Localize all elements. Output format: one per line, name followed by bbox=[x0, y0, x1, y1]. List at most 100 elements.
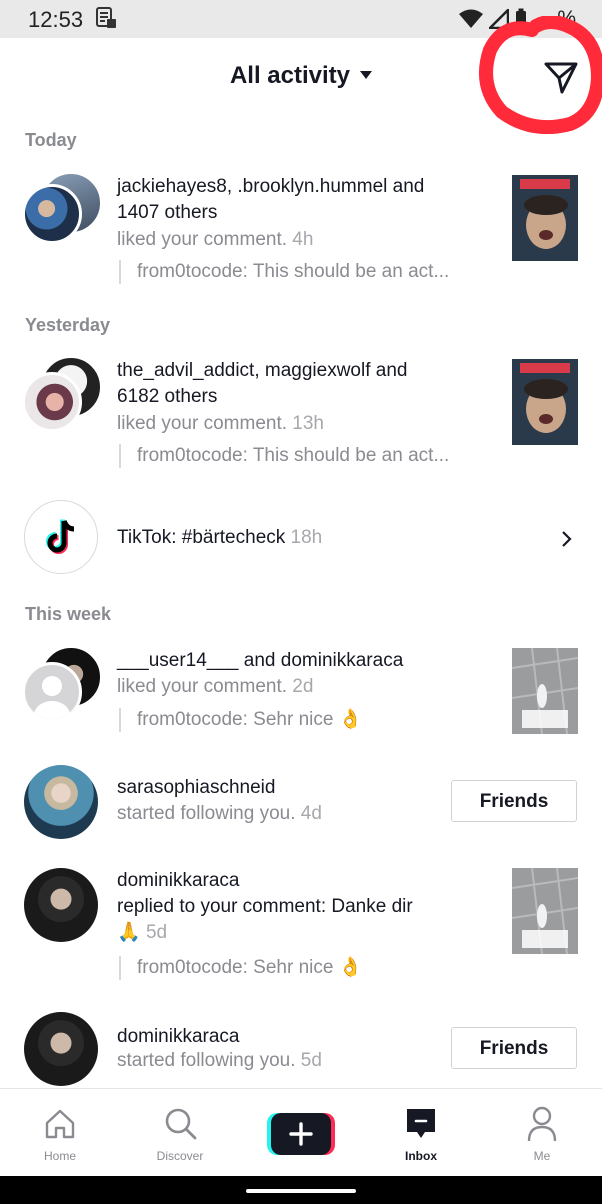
default-avatar-icon bbox=[34, 676, 70, 719]
section-this-week: This week bbox=[25, 604, 112, 624]
avatar[interactable] bbox=[24, 868, 98, 942]
separator: , bbox=[226, 176, 238, 197]
avatar[interactable] bbox=[24, 765, 98, 839]
activity-text: liked your comment. 13h bbox=[117, 413, 324, 435]
home-icon bbox=[45, 1109, 75, 1139]
tiktok-logo-icon bbox=[46, 519, 75, 554]
video-thumbnail[interactable] bbox=[512, 868, 578, 954]
conjunction: and bbox=[387, 176, 425, 197]
action-text: liked your comment. bbox=[117, 229, 288, 250]
timestamp: 4d bbox=[300, 803, 322, 824]
activity-filter-dropdown[interactable]: All activity bbox=[0, 62, 602, 90]
tab-home[interactable]: Home bbox=[10, 1089, 110, 1177]
username-link[interactable]: dominikkaraca bbox=[281, 650, 404, 671]
status-bar: 12:53 % bbox=[0, 0, 602, 38]
comment-quote: from0tocode: This should be an act... bbox=[119, 260, 509, 284]
avatar[interactable] bbox=[22, 662, 82, 722]
notification-title: TikTok: bbox=[117, 527, 177, 548]
create-video-button[interactable] bbox=[251, 1089, 351, 1177]
section-today: Today bbox=[25, 130, 77, 150]
tab-label: Discover bbox=[156, 1149, 204, 1163]
bottom-tab-bar: Home Discover Inbox Me bbox=[0, 1088, 602, 1177]
plus-icon bbox=[267, 1113, 335, 1155]
wifi-icon bbox=[459, 9, 484, 28]
sim-card-icon bbox=[96, 7, 116, 28]
signal-icon bbox=[489, 9, 510, 29]
direct-messages-icon[interactable] bbox=[540, 56, 582, 98]
comment-quote: from0tocode: Sehr nice 👌 bbox=[119, 956, 509, 980]
follow-row-2[interactable]: dominikkaraca started following you. 5d … bbox=[0, 1012, 602, 1088]
reply-row[interactable]: dominikkaraca replied to your comment: D… bbox=[0, 868, 602, 988]
action-text: started following you. bbox=[117, 1050, 296, 1071]
timestamp: 18h bbox=[290, 527, 323, 548]
follower-username[interactable]: sarasophiaschneid bbox=[117, 775, 487, 801]
search-icon bbox=[165, 1108, 197, 1140]
follower-username[interactable]: dominikkaraca bbox=[117, 1024, 487, 1050]
friends-button[interactable]: Friends bbox=[451, 1027, 577, 1069]
tab-discover[interactable]: Discover bbox=[130, 1089, 230, 1177]
tab-inbox[interactable]: Inbox bbox=[371, 1089, 471, 1177]
follow-row-1[interactable]: sarasophiaschneid started following you.… bbox=[0, 765, 602, 841]
action-text: started following you. bbox=[117, 803, 296, 824]
section-yesterday: Yesterday bbox=[25, 315, 111, 335]
tab-label: Me bbox=[533, 1149, 551, 1163]
timestamp: 5d bbox=[145, 922, 168, 943]
timestamp: 4h bbox=[292, 229, 314, 250]
avatar[interactable] bbox=[24, 1012, 98, 1086]
reply-text: replied to your comment: Danke dir 🙏 5d bbox=[117, 894, 477, 946]
activity-text: started following you. 5d bbox=[117, 1050, 322, 1072]
activity-users: jackiehayes8, .brooklyn.hummel and 1407 … bbox=[117, 174, 487, 226]
tab-label: Home bbox=[43, 1149, 76, 1163]
activity-text: liked your comment. 2d bbox=[117, 676, 313, 698]
username-link[interactable]: .brooklyn.hummel bbox=[237, 176, 387, 197]
username-link[interactable]: ___user14___ bbox=[117, 650, 239, 671]
video-thumbnail[interactable] bbox=[512, 648, 578, 734]
action-text: liked your comment. bbox=[117, 413, 288, 434]
video-thumbnail[interactable] bbox=[512, 359, 578, 445]
battery-text: % bbox=[557, 7, 576, 30]
inbox-icon bbox=[407, 1109, 435, 1138]
battery-icon bbox=[516, 8, 527, 29]
activity-users: the_advil_addict, maggiexwolf and 6182 o… bbox=[117, 358, 487, 410]
conjunction: and bbox=[238, 650, 281, 671]
separator: , bbox=[254, 360, 265, 381]
tab-me[interactable]: Me bbox=[492, 1089, 592, 1177]
caret-down-icon bbox=[360, 71, 373, 79]
activity-row-2[interactable]: the_advil_addict, maggiexwolf and 6182 o… bbox=[0, 350, 602, 480]
video-thumbnail[interactable] bbox=[512, 175, 578, 261]
profile-icon bbox=[527, 1106, 557, 1142]
avatar[interactable] bbox=[22, 184, 82, 244]
activity-row-4[interactable]: ___user14___ and dominikkaraca liked you… bbox=[0, 640, 602, 750]
username-link[interactable]: maggiexwolf bbox=[265, 360, 371, 381]
inbox-header: All activity bbox=[0, 38, 602, 116]
activity-text: liked your comment. 4h bbox=[117, 229, 313, 251]
others-link[interactable]: 1407 others bbox=[117, 202, 217, 223]
timestamp: 2d bbox=[292, 676, 314, 697]
username-link[interactable]: the_advil_addict bbox=[117, 360, 254, 381]
chevron-right-icon[interactable] bbox=[558, 530, 576, 548]
hashtag-link[interactable]: #bärtecheck bbox=[182, 527, 286, 548]
activity-text: started following you. 4d bbox=[117, 803, 322, 825]
page-title: All activity bbox=[229, 62, 351, 89]
timestamp: 5d bbox=[300, 1050, 322, 1071]
tiktok-notification-row[interactable]: TikTok: #bärtecheck 18h bbox=[0, 500, 602, 576]
username-link[interactable]: jackiehayes8 bbox=[117, 176, 227, 197]
comment-quote: from0tocode: This should be an act... bbox=[119, 444, 509, 468]
activity-row-1[interactable]: jackiehayes8, .brooklyn.hummel and 1407 … bbox=[0, 166, 602, 296]
home-gesture-handle[interactable] bbox=[246, 1189, 356, 1193]
friends-button[interactable]: Friends bbox=[451, 780, 577, 822]
activity-users: ___user14___ and dominikkaraca bbox=[117, 648, 487, 674]
reply-message: replied to your comment: Danke dir bbox=[117, 896, 413, 917]
conjunction: and bbox=[370, 360, 408, 381]
others-link[interactable]: 6182 others bbox=[117, 386, 217, 407]
avatar[interactable] bbox=[22, 372, 82, 432]
comment-quote: from0tocode: Sehr nice 👌 bbox=[119, 708, 509, 732]
action-text: liked your comment. bbox=[117, 676, 288, 697]
reply-username[interactable]: dominikkaraca bbox=[117, 868, 487, 894]
tiktok-notification-text: TikTok: #bärtecheck 18h bbox=[117, 525, 487, 551]
status-time: 12:53 bbox=[28, 7, 84, 32]
timestamp: 13h bbox=[292, 413, 324, 434]
tiktok-logo-avatar[interactable] bbox=[24, 500, 98, 574]
folded-hands-emoji: 🙏 bbox=[117, 922, 141, 943]
system-navigation-bar bbox=[0, 1176, 602, 1204]
